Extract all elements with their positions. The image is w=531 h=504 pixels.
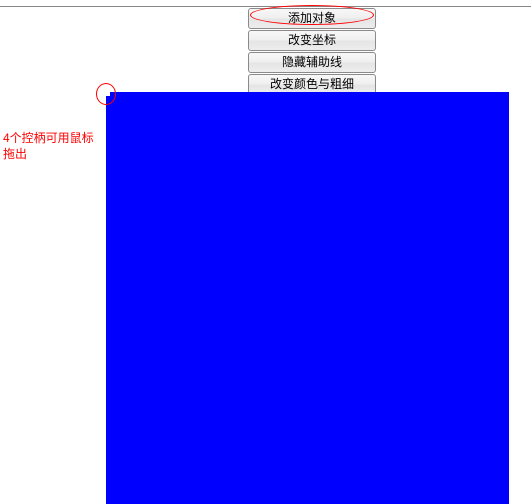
drawing-canvas[interactable] [106, 92, 509, 504]
add-object-button[interactable]: 添加对象 [248, 8, 376, 29]
resize-handle-top-left[interactable] [103, 89, 110, 96]
window-top-border [0, 6, 531, 7]
handle-annotation-text: 4个控柄可用鼠标拖出 [3, 130, 103, 162]
toolbar: 添加对象 改变坐标 隐藏辅助线 改变颜色与粗细 [248, 8, 376, 95]
change-coordinate-button[interactable]: 改变坐标 [248, 30, 376, 51]
hide-guides-button[interactable]: 隐藏辅助线 [248, 52, 376, 73]
